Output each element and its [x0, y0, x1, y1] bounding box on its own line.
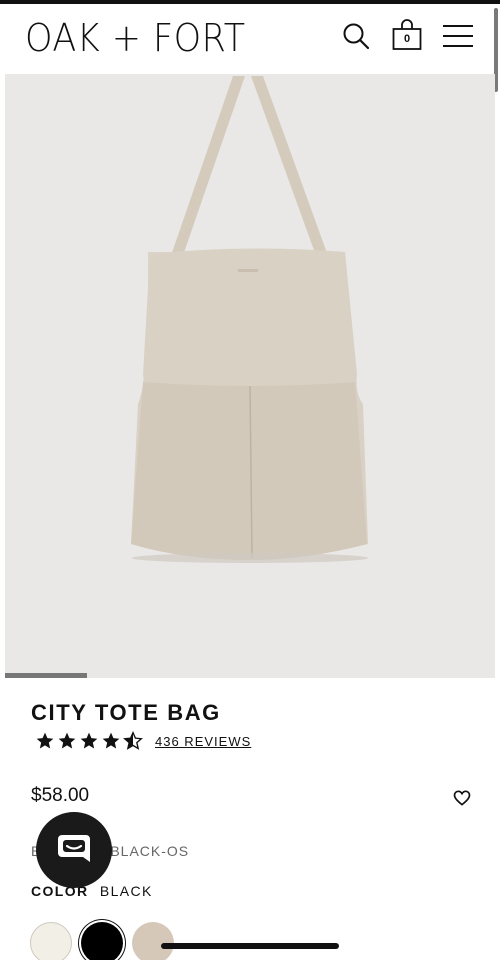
- color-value: BLACK: [99, 883, 153, 899]
- star-full-icon: [36, 732, 54, 749]
- home-indicator[interactable]: [161, 943, 339, 949]
- star-half-icon: [123, 731, 143, 750]
- gallery-progress-bar: [5, 673, 87, 678]
- star-full-icon: [80, 732, 98, 749]
- swatch-black[interactable]: [81, 922, 123, 960]
- heart-icon[interactable]: [452, 788, 472, 808]
- star-full-icon: [58, 732, 76, 749]
- cart-button[interactable]: 0: [389, 18, 425, 54]
- brand-logo[interactable]: OAK + FORT: [25, 16, 246, 60]
- swatch-taupe[interactable]: [132, 922, 174, 960]
- site-header: OAK + FORT 0: [0, 4, 500, 74]
- product-title: CITY TOTE BAG: [31, 700, 221, 725]
- rating-row: 436 REVIEWS: [35, 731, 251, 751]
- rating-stars: [35, 731, 143, 751]
- product-image-gallery[interactable]: [5, 74, 495, 678]
- search-icon: [343, 23, 370, 50]
- cart-count-badge: 0: [403, 33, 411, 45]
- chat-button[interactable]: [36, 812, 112, 888]
- swatch-cream[interactable]: [30, 922, 72, 960]
- sku-suffix: BLACK-OS: [110, 843, 190, 859]
- reviews-link[interactable]: 436 REVIEWS: [155, 734, 251, 749]
- star-full-icon: [102, 732, 120, 749]
- tote-bag-image: [131, 76, 368, 563]
- menu-button[interactable]: [440, 18, 476, 54]
- product-price: $58.00: [31, 785, 90, 806]
- hamburger-menu-icon: [443, 25, 473, 47]
- search-button[interactable]: [338, 18, 374, 54]
- color-selector-label: COLOR BLACK: [31, 883, 153, 899]
- chat-bubble-icon: [58, 835, 90, 862]
